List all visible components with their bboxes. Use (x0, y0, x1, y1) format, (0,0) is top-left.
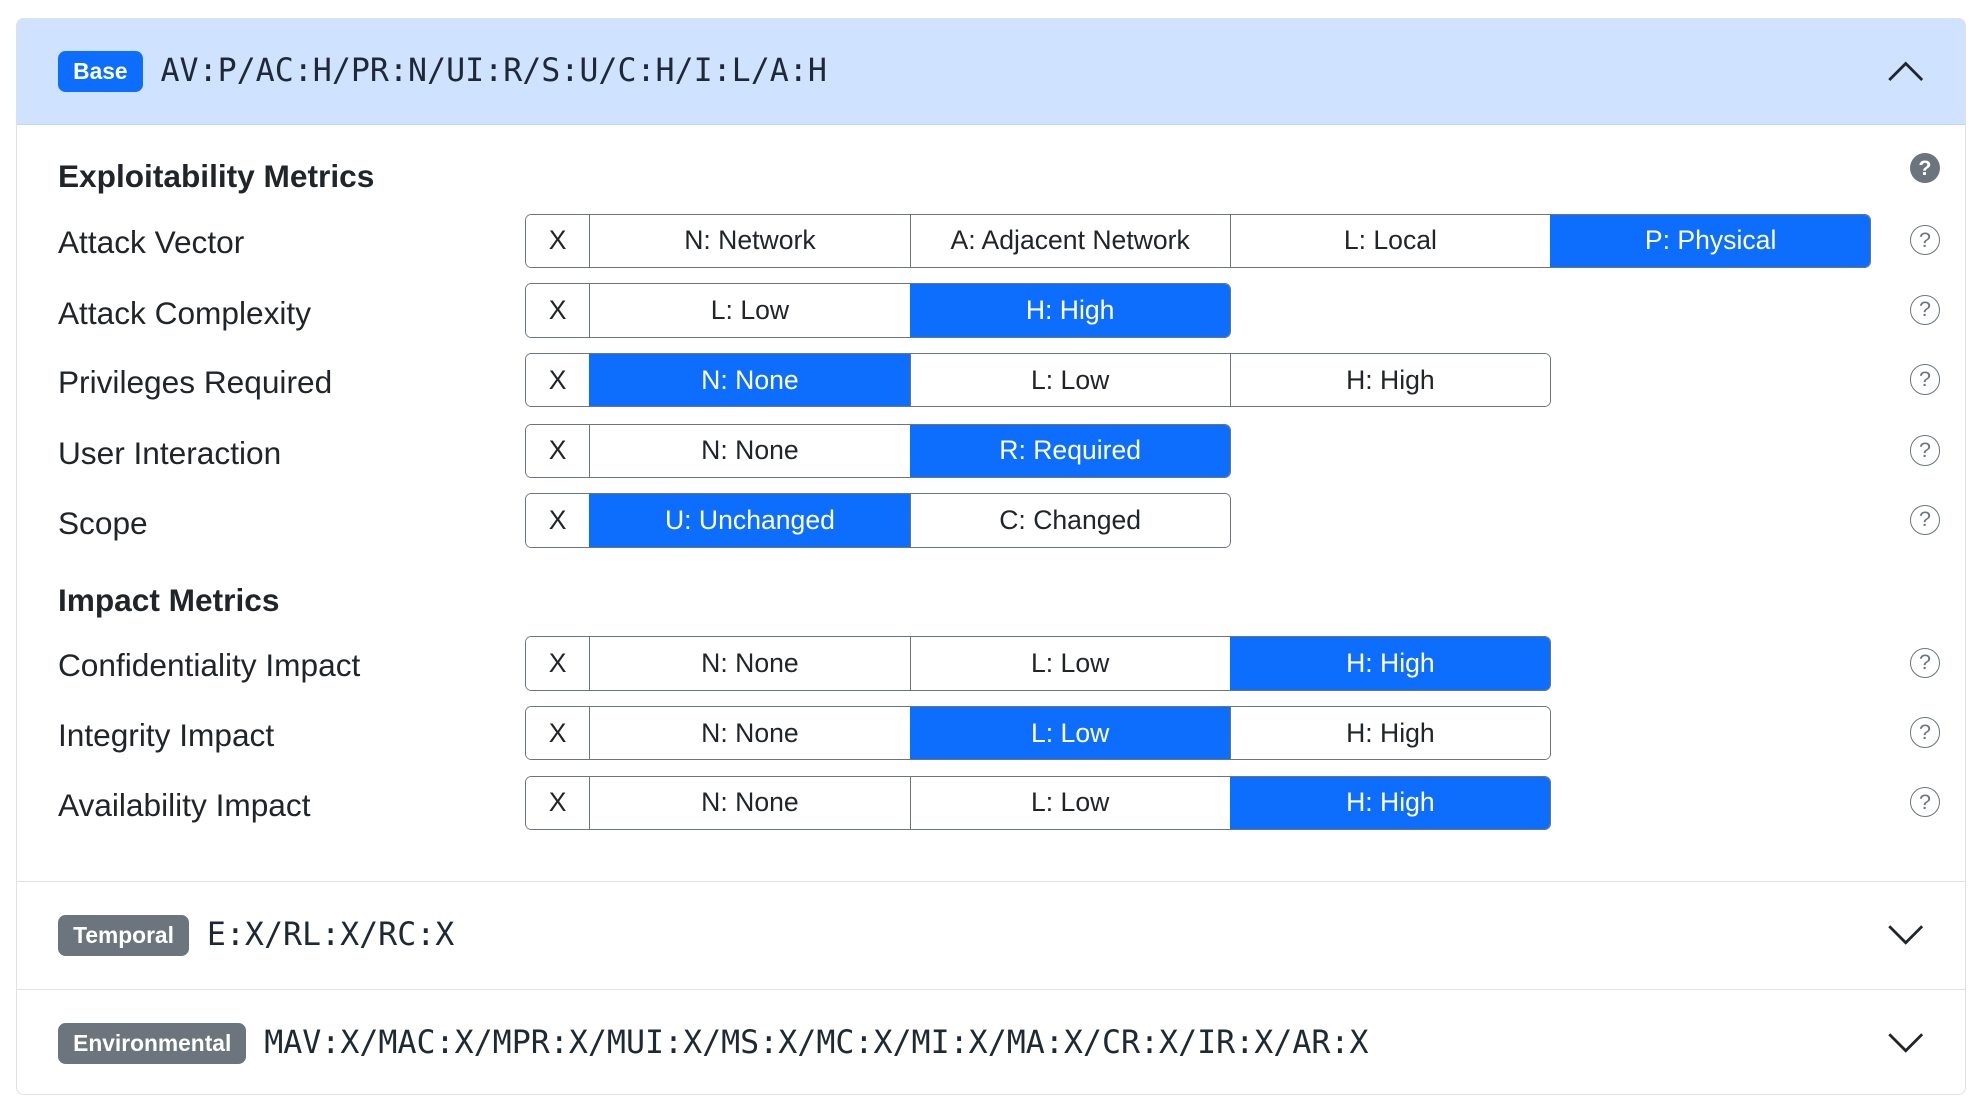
attack-vector-option-button[interactable]: L: Local (1229, 214, 1551, 268)
integrity-impact-option-button[interactable]: L: Low (909, 707, 1230, 760)
availability-impact-not-defined-button[interactable]: X (526, 776, 590, 830)
privileges-required-not-defined-button[interactable]: X (526, 353, 590, 407)
help-icon[interactable]: ? (1909, 787, 1941, 818)
scope-option-button[interactable]: C: Changed (909, 494, 1230, 547)
help-icon[interactable]: ? (1909, 364, 1941, 395)
base-vector-string: AV:P/AC:H/PR:N/UI:R/S:U/C:H/I:L/A:H (160, 53, 827, 90)
confidentiality-impact-not-defined-button[interactable]: X (526, 637, 590, 690)
scope-not-defined-button[interactable]: X (526, 494, 590, 547)
user-interaction-option-button[interactable]: N: None (589, 424, 910, 478)
attack-vector-option-button[interactable]: A: Adjacent Network (909, 214, 1230, 268)
help-icon[interactable]: ? (1909, 717, 1941, 748)
impact-metrics-title: Impact Metrics (57, 581, 280, 618)
availability-impact-option-button[interactable]: L: Low (909, 776, 1230, 830)
privileges-required-option-button[interactable]: L: Low (909, 353, 1230, 407)
privileges-required-options: X N: None L: Low H: High (525, 352, 1552, 408)
attack-vector-options: X N: Network A: Adjacent Network L: Local P:… (525, 213, 1872, 269)
attack-complexity-option-button[interactable]: L: Low (589, 284, 910, 337)
privileges-required-option-button[interactable]: H: High (1229, 353, 1551, 407)
environmental-badge: Environmental (57, 1023, 247, 1064)
availability-impact-options: X N: None L: Low H: High (525, 775, 1552, 831)
integrity-impact-label: Integrity Impact (57, 717, 275, 754)
integrity-impact-not-defined-button[interactable]: X (526, 707, 590, 760)
availability-impact-option-button[interactable]: H: High (1229, 776, 1551, 830)
attack-complexity-option-button[interactable]: H: High (909, 284, 1230, 337)
user-interaction-not-defined-button[interactable]: X (526, 424, 590, 478)
environmental-section-header[interactable]: Environmental MAV:X/MAC:X/MPR:X/MUI:X/MS… (17, 990, 1964, 1094)
help-icon[interactable]: ? (1909, 225, 1941, 256)
attack-complexity-options: X L: Low H: High (525, 283, 1231, 338)
attack-vector-option-button[interactable]: N: Network (589, 214, 910, 268)
help-icon[interactable]: ? (1909, 504, 1941, 536)
scope-options: X U: Unchanged C: Changed (525, 493, 1231, 548)
help-icon[interactable]: ? (1909, 152, 1941, 184)
temporal-vector-string: E:X/RL:X/RC:X (206, 917, 455, 954)
privileges-required-label: Privileges Required (57, 364, 333, 401)
temporal-badge: Temporal (57, 915, 190, 956)
chevron-down-icon[interactable] (1886, 1024, 1924, 1062)
chevron-up-icon[interactable] (1886, 52, 1924, 90)
confidentiality-impact-option-button[interactable]: H: High (1229, 637, 1551, 690)
base-section-body: Exploitability Metrics ? Impact Metrics … (17, 125, 1965, 882)
attack-complexity-label: Attack Complexity (57, 294, 312, 331)
exploitability-metrics-title: Exploitability Metrics (57, 157, 375, 194)
help-icon[interactable]: ? (1909, 647, 1941, 679)
confidentiality-impact-option-button[interactable]: L: Low (909, 637, 1230, 690)
integrity-impact-option-button[interactable]: H: High (1229, 707, 1551, 760)
attack-vector-label: Attack Vector (57, 223, 245, 260)
temporal-section-header[interactable]: Temporal E:X/RL:X/RC:X (17, 882, 1965, 990)
integrity-impact-options: X N: None L: Low H: High (525, 706, 1552, 761)
confidentiality-impact-options: X N: None L: Low H: High (525, 636, 1552, 691)
attack-complexity-not-defined-button[interactable]: X (526, 284, 590, 337)
availability-impact-label: Availability Impact (57, 787, 311, 824)
user-interaction-options: X N: None R: Required (525, 423, 1231, 479)
user-interaction-option-button[interactable]: R: Required (909, 424, 1230, 478)
cvss-accordion: Base AV:P/AC:H/PR:N/UI:R/S:U/C:H/I:L/A:H… (16, 17, 1966, 1095)
attack-vector-not-defined-button[interactable]: X (526, 214, 590, 268)
scope-option-button[interactable]: U: Unchanged (589, 494, 910, 547)
base-badge: Base (57, 51, 143, 92)
help-icon[interactable]: ? (1909, 435, 1941, 466)
base-section-header[interactable]: Base AV:P/AC:H/PR:N/UI:R/S:U/C:H/I:L/A:H (17, 18, 1965, 126)
scope-label: Scope (57, 504, 148, 541)
confidentiality-impact-label: Confidentiality Impact (57, 646, 361, 683)
chevron-down-icon[interactable] (1886, 916, 1924, 954)
attack-vector-option-button[interactable]: P: Physical (1550, 214, 1871, 268)
privileges-required-option-button[interactable]: N: None (589, 353, 910, 407)
confidentiality-impact-option-button[interactable]: N: None (589, 637, 910, 690)
availability-impact-option-button[interactable]: N: None (589, 776, 910, 830)
user-interaction-label: User Interaction (57, 435, 282, 472)
environmental-vector-string: MAV:X/MAC:X/MPR:X/MUI:X/MS:X/MC:X/MI:X/M… (264, 1025, 1369, 1062)
help-icon[interactable]: ? (1909, 294, 1941, 326)
integrity-impact-option-button[interactable]: N: None (589, 707, 910, 760)
